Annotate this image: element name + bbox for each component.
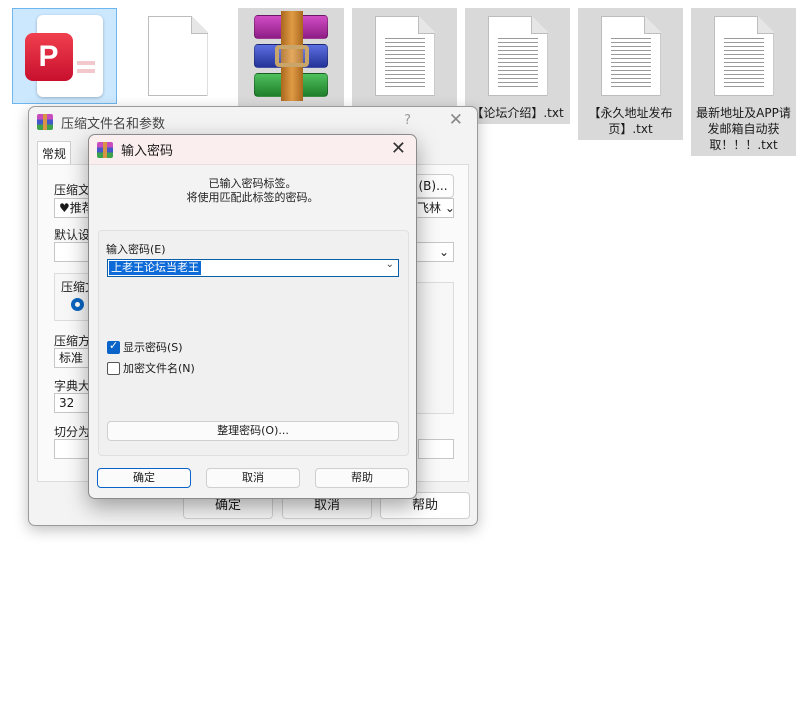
text-file-icon [713, 16, 774, 96]
checkbox-unchecked-icon[interactable] [107, 361, 120, 375]
chevron-down-icon: ⌄ [444, 201, 454, 215]
tab-general[interactable]: 常规 [37, 141, 72, 165]
pdf-file-icon: P [24, 15, 105, 97]
close-icon[interactable]: ✕ [449, 110, 463, 130]
password-label: 输入密码(E) [106, 243, 166, 256]
password-dialog-title: 输入密码 [121, 144, 174, 159]
text-file-icon [487, 16, 548, 96]
file-tile-rar[interactable] [238, 8, 344, 108]
ok-button[interactable]: 确定 [97, 468, 191, 488]
cancel-button[interactable]: 取消 [206, 468, 300, 488]
text-file-icon [600, 16, 661, 96]
encrypt-filenames-label: 加密文件名(N) [123, 362, 195, 375]
password-button-bg[interactable] [418, 439, 454, 459]
update-select-2[interactable]: ⌄ [412, 242, 454, 262]
help-icon[interactable]: ? [404, 113, 411, 128]
password-value[interactable]: 上老王论坛当老王 [109, 261, 201, 275]
password-dialog-titlebar: 输入密码 ✕ [89, 135, 416, 165]
profile-label: 默认设 [54, 228, 91, 242]
file-tile-blank[interactable] [125, 8, 230, 109]
file-tile-txt-2[interactable]: 【论坛介绍】.txt [465, 8, 570, 124]
winrar-archive-icon [246, 11, 336, 101]
archive-dialog-title: 压缩文件名和参数 [61, 116, 166, 132]
file-name: 【永久地址发布页】.txt [578, 103, 683, 140]
info-line-1: 已输入密码标签。 [208, 177, 297, 190]
file-name: 【论坛介绍】.txt [465, 103, 570, 124]
blank-file-icon [147, 16, 208, 96]
close-icon[interactable]: ✕ [391, 138, 406, 159]
file-name: 最新地址及APP请发邮箱自动获取！！！.txt [691, 103, 796, 156]
file-tile-txt-4[interactable]: 最新地址及APP请发邮箱自动获取！！！.txt [691, 8, 796, 156]
format-radio[interactable] [71, 298, 84, 311]
file-tile-pdf[interactable]: P [12, 8, 117, 109]
checkbox-checked-icon[interactable] [107, 339, 120, 354]
enter-password-dialog: 输入密码 ✕ 已输入密码标签。 将使用匹配此标签的密码。 输入密码(E) 上老王… [88, 134, 417, 499]
help-button[interactable]: 帮助 [315, 468, 409, 488]
archive-dialog-titlebar: 压缩文件名和参数 ? ✕ [29, 107, 477, 137]
update-mode-select[interactable]: 飞林 ⌄ [412, 198, 454, 218]
chevron-down-icon[interactable]: ⌄ [386, 259, 394, 270]
browse-button[interactable]: (B)... [412, 174, 454, 198]
chevron-down-icon: ⌄ [438, 245, 449, 259]
info-line-2: 将使用匹配此标签的密码。 [186, 191, 319, 204]
winrar-icon [97, 141, 113, 158]
file-tile-txt-3[interactable]: 【永久地址发布页】.txt [578, 8, 683, 140]
encrypt-filenames-checkbox[interactable]: 加密文件名(N) [107, 360, 195, 376]
archive-name-label: 压缩文 [54, 183, 91, 197]
method-label: 压缩方 [54, 334, 91, 348]
password-combobox[interactable]: 上老王论坛当老王 ⌄ [107, 259, 399, 277]
password-info-text: 已输入密码标签。 将使用匹配此标签的密码。 [89, 177, 416, 205]
organize-passwords-button[interactable]: 整理密码(O)... [107, 421, 399, 441]
show-password-label: 显示密码(S) [123, 341, 183, 354]
show-password-checkbox[interactable]: 显示密码(S) [107, 339, 183, 355]
winrar-icon [37, 114, 53, 130]
text-file-icon [374, 16, 435, 96]
